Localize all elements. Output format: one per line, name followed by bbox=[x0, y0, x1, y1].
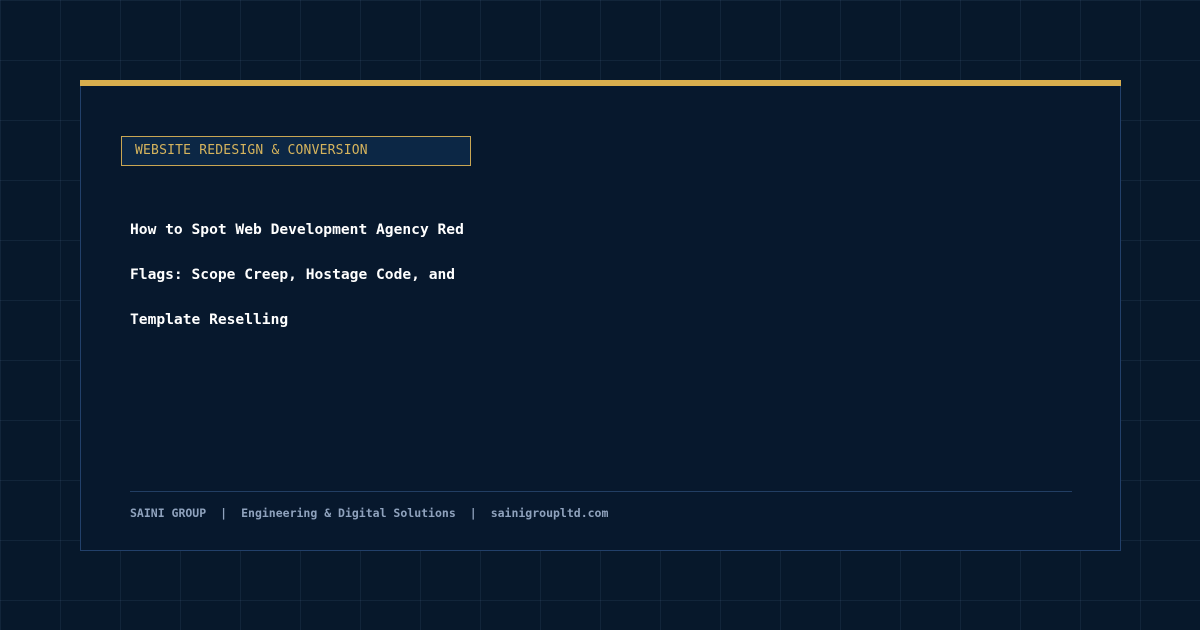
footer-website[interactable]: sainigroupltd.com bbox=[491, 506, 609, 520]
footer: SAINI GROUP | Engineering & Digital Soluti… bbox=[130, 504, 608, 522]
footer-separator: | bbox=[469, 506, 477, 520]
footer-divider bbox=[130, 491, 1072, 492]
footer-tagline: Engineering & Digital Solutions bbox=[241, 506, 456, 520]
accent-bar bbox=[80, 80, 1121, 86]
footer-company: SAINI GROUP bbox=[130, 506, 207, 520]
footer-separator: | bbox=[220, 506, 228, 520]
category-tag: WEBSITE REDESIGN & CONVERSION bbox=[121, 136, 471, 166]
article-title: How to Spot Web Development Agency Red F… bbox=[130, 221, 464, 328]
article-card: WEBSITE REDESIGN & CONVERSION How to Spo… bbox=[80, 80, 1121, 551]
